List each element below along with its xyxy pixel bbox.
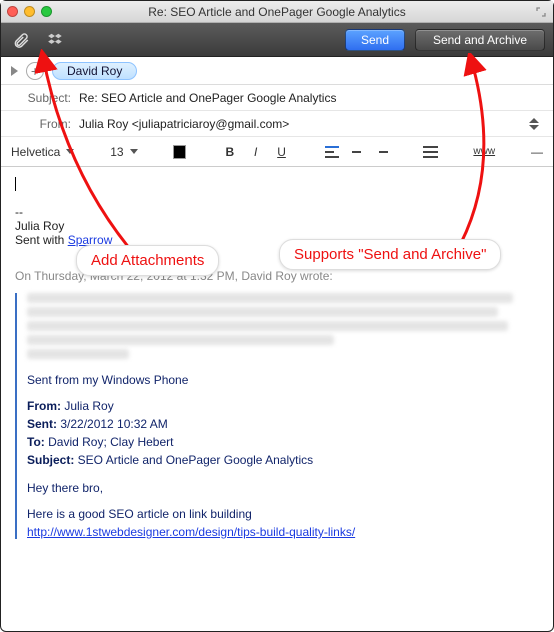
quoted-greeting: Hey there bro, <box>27 481 539 495</box>
send-and-archive-button-label: Send and Archive <box>433 33 527 47</box>
disclosure-triangle-icon[interactable] <box>11 66 18 76</box>
zoom-window-button[interactable] <box>41 6 52 17</box>
send-and-archive-button[interactable]: Send and Archive <box>415 29 545 51</box>
compose-body[interactable]: -- Julia Roy Sent with Sparrow On Thursd… <box>1 167 553 631</box>
add-recipient-button[interactable]: + <box>26 62 44 80</box>
chevron-up-icon <box>529 118 539 123</box>
quoted-link[interactable]: http://www.1stwebdesigner.com/design/tip… <box>27 525 355 539</box>
subject-input[interactable]: Re: SEO Article and OnePager Google Anal… <box>79 91 543 105</box>
send-button[interactable]: Send <box>345 29 405 51</box>
align-left-button[interactable] <box>325 146 339 158</box>
font-size-label: 13 <box>110 145 123 159</box>
caret-down-icon <box>130 149 138 154</box>
close-window-button[interactable] <box>7 6 18 17</box>
clear-format-button[interactable]: — <box>531 145 543 159</box>
compose-toolbar: Send Send and Archive <box>1 23 553 57</box>
window-titlebar: Re: SEO Article and OnePager Google Anal… <box>1 1 553 23</box>
text-color-swatch[interactable] <box>173 145 186 159</box>
minimize-window-button[interactable] <box>24 6 35 17</box>
signature-name: Julia Roy <box>15 219 539 233</box>
hdr-from-value: Julia Roy <box>61 399 114 413</box>
format-toolbar: Helvetica 13 B I U www — <box>1 137 553 167</box>
text-caret <box>15 177 16 191</box>
recipient-pill[interactable]: David Roy <box>52 62 137 80</box>
fullscreen-icon[interactable] <box>535 6 547 18</box>
from-label: From: <box>1 117 79 131</box>
from-select[interactable]: Julia Roy <juliapatriciaroy@gmail.com> <box>79 117 523 131</box>
callout-add-attachments: Add Attachments <box>76 245 219 276</box>
subject-row: Subject: Re: SEO Article and OnePager Go… <box>1 85 553 111</box>
align-center-button[interactable] <box>349 146 363 158</box>
caret-down-icon <box>66 149 74 154</box>
recipient-row: + David Roy <box>1 57 553 85</box>
send-button-label: Send <box>361 33 389 47</box>
font-family-select[interactable]: Helvetica <box>11 145 74 159</box>
hdr-subject-label: Subject: <box>27 453 74 467</box>
align-right-button[interactable] <box>374 146 388 158</box>
subject-label: Subject: <box>1 91 79 105</box>
signature-dash: -- <box>15 205 539 219</box>
hdr-from-label: From: <box>27 399 61 413</box>
font-size-select[interactable]: 13 <box>110 145 137 159</box>
chevron-down-icon <box>529 125 539 130</box>
from-row: From: Julia Roy <juliapatriciaroy@gmail.… <box>1 111 553 137</box>
hdr-subject-value: SEO Article and OnePager Google Analytic… <box>74 453 313 467</box>
italic-button[interactable]: I <box>248 145 264 159</box>
attachment-icon[interactable] <box>9 28 33 52</box>
hdr-to-label: To: <box>27 435 45 449</box>
quoted-body-line: Here is a good SEO article on link build… <box>27 507 539 521</box>
from-stepper[interactable] <box>529 118 543 130</box>
hdr-sent-label: Sent: <box>27 417 57 431</box>
quoted-message: Sent from my Windows Phone From: Julia R… <box>15 293 539 539</box>
recipient-name: David Roy <box>67 64 122 78</box>
callout-add-attachments-text: Add Attachments <box>91 252 204 269</box>
hdr-to-value: David Roy; Clay Hebert <box>45 435 174 449</box>
dropbox-icon[interactable] <box>43 28 67 52</box>
sent-with-prefix: Sent with <box>15 233 68 247</box>
bold-button[interactable]: B <box>222 145 238 159</box>
callout-send-archive-text: Supports "Send and Archive" <box>294 246 486 263</box>
callout-send-archive: Supports "Send and Archive" <box>279 239 501 270</box>
underline-button[interactable]: U <box>274 145 290 159</box>
traffic-lights <box>7 6 52 17</box>
link-button[interactable]: www <box>473 146 495 157</box>
font-family-label: Helvetica <box>11 145 60 159</box>
redacted-text <box>27 293 539 359</box>
bullet-list-button[interactable] <box>423 146 437 158</box>
sent-from-line: Sent from my Windows Phone <box>27 373 539 387</box>
quoted-headers: From: Julia Roy Sent: 3/22/2012 10:32 AM… <box>27 399 539 467</box>
hdr-sent-value: 3/22/2012 10:32 AM <box>57 417 168 431</box>
window-title: Re: SEO Article and OnePager Google Anal… <box>1 5 553 19</box>
